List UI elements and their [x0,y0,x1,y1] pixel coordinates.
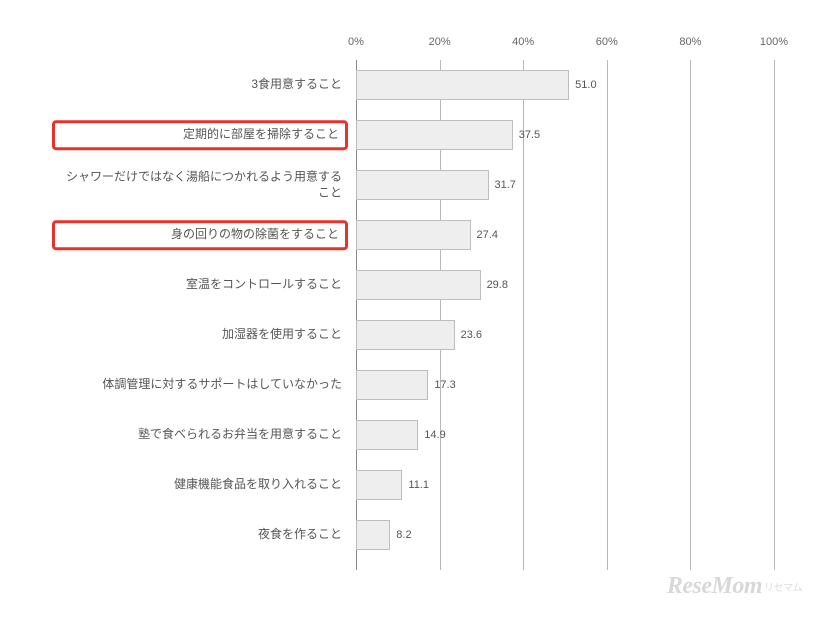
bar [356,120,513,150]
bar [356,520,390,550]
chart-row: 夜食を作ること 8.2 [52,510,774,560]
x-tick-label: 80% [679,36,701,48]
bar-value-label: 17.3 [434,379,455,391]
bar-value-label: 11.1 [408,479,429,491]
bar-value-label: 23.6 [461,329,482,341]
bar [356,420,418,450]
category-label: 加湿器を使用すること [52,323,348,347]
bar [356,320,455,350]
bar-value-label: 29.8 [487,279,508,291]
bar-value-label: 8.2 [396,529,411,541]
gridline [774,60,775,570]
bar [356,220,471,250]
category-label: 塾で食べられるお弁当を用意すること [52,423,348,447]
x-tick-label: 100% [760,36,788,48]
category-label: 3食用意すること [52,73,348,97]
bar-value-label: 51.0 [575,79,596,91]
chart-row: 加湿器を使用すること 23.6 [52,310,774,360]
category-label: 夜食を作ること [52,523,348,547]
chart-row: シャワーだけではなく湯船につかれるよう用意すること 31.7 [52,160,774,210]
bar-value-label: 14.9 [424,429,445,441]
x-tick-label: 40% [512,36,534,48]
watermark: ReseMomリセマム [667,573,802,600]
chart-row: 体調管理に対するサポートはしていなかった 17.3 [52,360,774,410]
bar [356,170,489,200]
category-label: 室温をコントロールすること [52,273,348,297]
chart-row: 身の回りの物の除菌をすること 27.4 [52,210,774,260]
bar [356,470,402,500]
bar [356,370,428,400]
category-label: 体調管理に対するサポートはしていなかった [52,373,348,397]
category-label: 身の回りの物の除菌をすること [52,220,348,250]
bar-value-label: 31.7 [495,179,516,191]
bar-value-label: 37.5 [519,129,540,141]
x-tick-label: 60% [596,36,618,48]
chart-area: 0%20%40%60%80%100% 3食用意すること51.0定期的に部屋を掃除… [52,28,774,588]
watermark-main: ReseMom [667,573,762,599]
chart-row: 室温をコントロールすること 29.8 [52,260,774,310]
category-label: 定期的に部屋を掃除すること [52,120,348,150]
bar [356,70,569,100]
category-label: 健康機能食品を取り入れること [52,473,348,497]
x-tick-label: 20% [429,36,451,48]
chart-row: 定期的に部屋を掃除すること 37.5 [52,110,774,160]
bar [356,270,481,300]
bar-value-label: 27.4 [477,229,498,241]
watermark-sub: リセマム [764,583,802,594]
chart-row: 健康機能食品を取り入れること 11.1 [52,460,774,510]
chart-row: 塾で食べられるお弁当を用意すること 14.9 [52,410,774,460]
category-label: シャワーだけではなく湯船につかれるよう用意すること [52,165,348,204]
chart-row: 3食用意すること 51.0 [52,60,774,110]
x-tick-label: 0% [348,36,364,48]
